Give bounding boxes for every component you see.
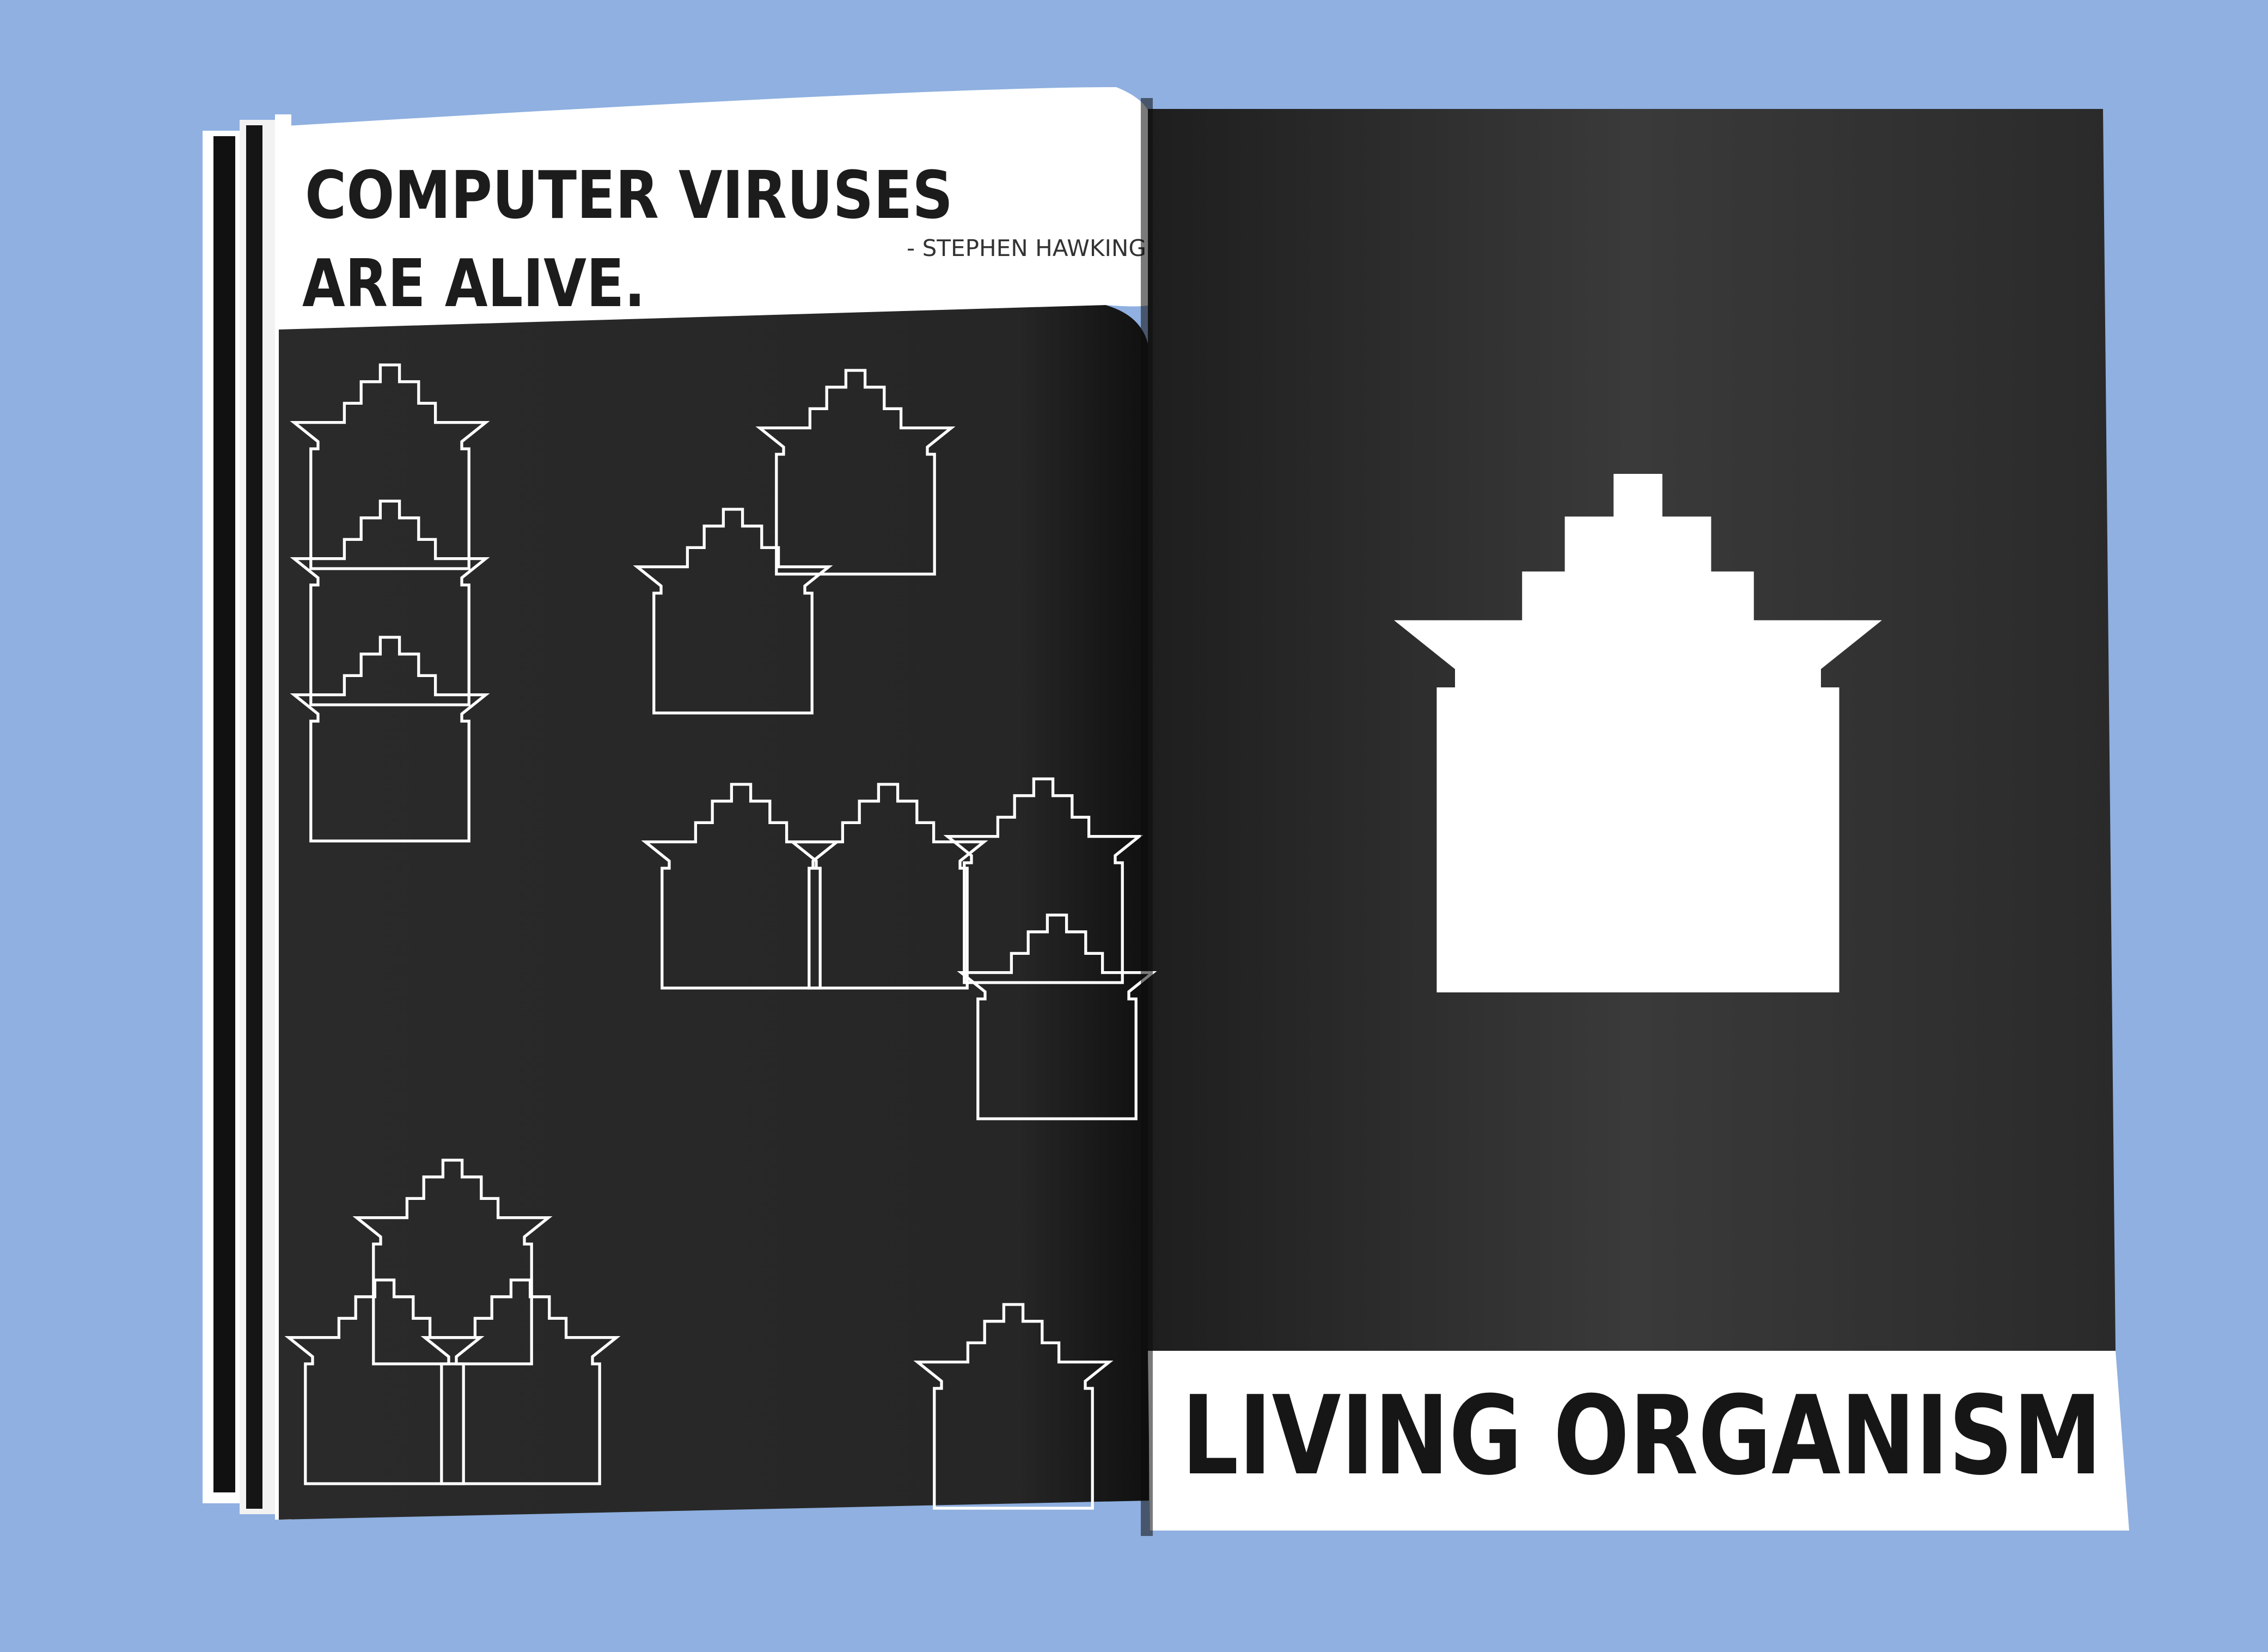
quote-attribution: - STEPHEN HAWKING <box>907 235 1146 261</box>
spine-shadow <box>1141 98 1153 1536</box>
quote-title-line-1: COMPUTER VIRUSES <box>305 158 953 234</box>
left-page-black <box>279 305 1149 1520</box>
quote-title-line-2: ARE ALIVE. <box>302 246 645 322</box>
headline-living-organism: LIVING ORGANISM <box>1182 1373 2102 1499</box>
right-page: LIVING ORGANISM <box>1148 109 2129 1531</box>
magazine-spread-photo: COMPUTER VIRUSES ARE ALIVE. - STEPHEN HA… <box>0 0 2268 1652</box>
page-edges <box>203 114 291 1520</box>
